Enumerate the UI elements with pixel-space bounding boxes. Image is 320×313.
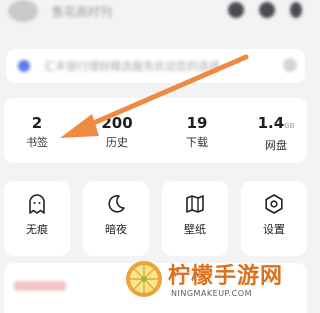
settings-icon[interactable] xyxy=(290,2,302,18)
banner-dot-icon xyxy=(18,60,30,72)
avatar[interactable] xyxy=(8,0,38,22)
tool-night-mode[interactable]: 暗夜 xyxy=(83,181,149,256)
tool-label: 无痕 xyxy=(26,223,48,236)
tool-settings[interactable]: 设置 xyxy=(241,181,307,256)
watermark-title: 柠檬手游网 xyxy=(168,264,284,289)
stats-card: 2 书签 200 历史 19 下载 1.4GB 网盘 xyxy=(4,98,307,163)
banner-text: 汇丰银行理财精选服务欢迎您的选择 xyxy=(44,60,220,73)
tool-label: 暗夜 xyxy=(105,223,127,236)
moon-icon xyxy=(108,195,125,213)
tool-label: 设置 xyxy=(263,223,285,236)
stat-history[interactable]: 200 历史 xyxy=(87,114,147,150)
stat-label: 下载 xyxy=(186,136,208,149)
watermark-subtitle: NINGMAKEUP.COM xyxy=(171,289,252,298)
stat-label: 历史 xyxy=(106,136,128,149)
bottom-card-title xyxy=(14,281,66,291)
stat-bookmarks[interactable]: 2 书签 xyxy=(7,114,67,150)
tool-label: 壁纸 xyxy=(184,223,206,236)
wallpaper-icon xyxy=(186,195,204,213)
tool-incognito[interactable]: 无痕 xyxy=(4,181,70,256)
watermark-logo-icon xyxy=(126,261,162,297)
stat-unit: GB xyxy=(284,122,295,130)
promo-banner[interactable]: 汇丰银行理财精选服务欢迎您的选择 xyxy=(6,49,305,83)
stat-cloud-drive[interactable]: 1.4GB 网盘 xyxy=(246,114,306,153)
gear-icon xyxy=(265,194,283,214)
edit-icon[interactable] xyxy=(259,2,275,18)
profile-header: 售花高时刊 xyxy=(0,0,311,40)
stat-downloads[interactable]: 19 下载 xyxy=(167,114,227,150)
tool-wallpaper[interactable]: 壁纸 xyxy=(162,181,228,256)
more-icon[interactable] xyxy=(283,58,297,72)
stat-value: 19 xyxy=(186,114,208,132)
chat-icon[interactable] xyxy=(228,2,244,18)
stat-value: 200 xyxy=(101,114,133,132)
ghost-icon xyxy=(29,194,45,214)
stat-label: 书签 xyxy=(26,136,48,149)
username[interactable]: 售花高时刊 xyxy=(52,3,112,20)
stat-value: 1.4 xyxy=(257,114,285,132)
stat-value: 2 xyxy=(31,114,43,132)
stat-label: 网盘 xyxy=(265,139,287,152)
